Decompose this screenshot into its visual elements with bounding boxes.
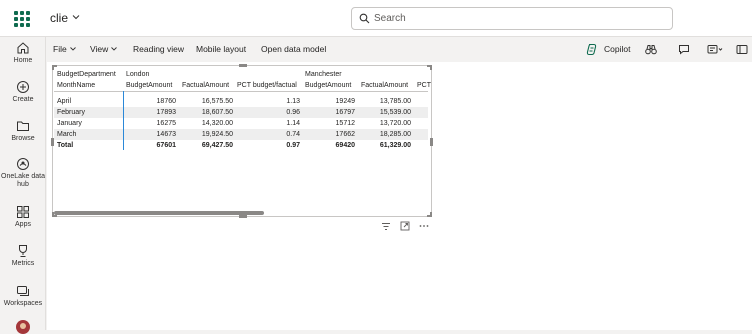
create-icon: [17, 81, 29, 93]
nav-apps[interactable]: Apps: [0, 205, 46, 229]
horizontal-scrollbar[interactable]: [54, 211, 264, 215]
resize-handle[interactable]: [427, 65, 432, 70]
nav-metrics-label: Metrics: [11, 260, 35, 267]
open-data-model-button[interactable]: Open data model: [261, 44, 326, 54]
value-cell: 13,785.00: [379, 98, 411, 105]
chevron-down-icon: [69, 47, 76, 51]
group-header-london[interactable]: London: [126, 70, 149, 80]
report-canvas: BudgetDepartment London Manchester Month…: [47, 62, 752, 330]
row-header-cell: February: [57, 109, 86, 116]
value-cell: 16797: [335, 109, 355, 116]
total-cell: 61,329.00: [379, 142, 411, 149]
row-header-cell: April: [57, 98, 72, 105]
column-header[interactable]: BudgetAmount: [305, 81, 351, 91]
home-icon: [17, 42, 29, 54]
metrics-icon: [19, 245, 27, 257]
more-options-icon[interactable]: [419, 224, 429, 228]
header-divider: [54, 91, 428, 92]
view-menu[interactable]: View: [90, 44, 118, 54]
total-cell: 69,427.50: [201, 142, 233, 149]
nav-home[interactable]: Home: [0, 41, 46, 65]
copilot-button[interactable]: Copilot: [604, 44, 630, 54]
value-cell: 0.74: [286, 131, 300, 138]
total-row-header: Total: [57, 142, 74, 149]
avatar[interactable]: [16, 320, 30, 334]
value-cell: 13,720.00: [379, 120, 411, 127]
focus-mode-icon[interactable]: [400, 221, 410, 231]
nav-onelake-label: OneLake data hub: [1, 173, 45, 188]
total-cell: 69420: [335, 142, 355, 149]
nav-browse[interactable]: Browse: [0, 119, 46, 143]
nav-create-label: Create: [12, 96, 34, 103]
column-header[interactable]: PCT: [417, 81, 431, 91]
copilot-icon[interactable]: [585, 43, 598, 56]
file-menu[interactable]: File: [53, 44, 76, 54]
value-cell: 1.13: [286, 98, 300, 105]
binoculars-icon[interactable]: [645, 44, 657, 55]
value-cell: 19249: [335, 98, 355, 105]
resize-handle[interactable]: [427, 212, 432, 217]
value-cell: 18,285.00: [379, 131, 411, 138]
nav-browse-label: Browse: [11, 135, 35, 142]
apps-icon: [17, 206, 29, 218]
group-header-manchester[interactable]: Manchester: [305, 70, 342, 80]
total-cell: 0.97: [286, 142, 300, 149]
value-cell: 15,539.00: [379, 109, 411, 116]
row-header-divider: [123, 91, 124, 150]
value-cell: 1.14: [286, 120, 300, 127]
reading-view-button[interactable]: Reading view: [133, 44, 184, 54]
row-field-header[interactable]: MonthName: [57, 81, 95, 91]
workspaces-icon: [17, 286, 29, 296]
value-cell: 14,320.00: [201, 120, 233, 127]
browse-icon: [17, 121, 29, 131]
waffle-icon[interactable]: [14, 11, 30, 27]
column-header[interactable]: FactualAmount: [182, 81, 229, 91]
workspace-name[interactable]: clie: [50, 11, 68, 25]
nav-home-label: Home: [13, 57, 33, 64]
search-input[interactable]: [374, 11, 654, 26]
value-cell: 17893: [156, 109, 176, 116]
nav-apps-label: Apps: [15, 221, 31, 228]
column-header[interactable]: FactualAmount: [361, 81, 408, 91]
search-box[interactable]: [351, 7, 673, 30]
value-cell: 16275: [156, 120, 176, 127]
nav-onelake[interactable]: OneLake data hub: [0, 157, 46, 189]
value-cell: 14673: [156, 131, 176, 138]
panel-icon[interactable]: [736, 44, 748, 55]
view-mode-icon[interactable]: [707, 44, 723, 55]
value-cell: 17662: [335, 131, 355, 138]
column-header[interactable]: BudgetAmount: [126, 81, 172, 91]
view-menu-label: View: [90, 44, 109, 54]
chevron-down-icon: [111, 47, 118, 51]
resize-handle[interactable]: [239, 64, 247, 67]
chevron-down-icon[interactable]: [71, 12, 81, 22]
report-menu-bar: File View Reading view Mobile layout Ope…: [47, 37, 752, 62]
row-header-cell: March: [57, 131, 77, 138]
value-cell: 19,924.50: [201, 131, 233, 138]
value-cell: 0.96: [286, 109, 300, 116]
value-cell: 18760: [156, 98, 176, 105]
mobile-layout-button[interactable]: Mobile layout: [196, 44, 246, 54]
matrix-visual[interactable]: BudgetDepartment London Manchester Month…: [51, 64, 433, 218]
column-header[interactable]: PCT budget/factual: [237, 81, 297, 91]
total-cell: 67601: [156, 142, 176, 149]
value-cell: 18,607.50: [201, 109, 233, 116]
onelake-icon: [17, 158, 29, 170]
value-cell: 16,575.50: [201, 98, 233, 105]
column-field-header[interactable]: BudgetDepartment: [57, 70, 116, 80]
value-cell: 15712: [335, 120, 355, 127]
search-icon: [359, 13, 370, 24]
nav-workspaces-label: Workspaces: [3, 300, 43, 307]
file-menu-label: File: [53, 44, 67, 54]
top-bar: clie: [0, 0, 752, 37]
comment-icon[interactable]: [678, 44, 690, 55]
nav-workspaces[interactable]: Workspaces: [0, 284, 46, 308]
nav-create[interactable]: Create: [0, 80, 46, 104]
filter-icon[interactable]: [381, 222, 391, 231]
left-nav: Home Create Browse OneLake data hub Apps…: [0, 37, 46, 334]
resize-handle[interactable]: [239, 215, 247, 218]
row-header-cell: January: [57, 120, 82, 127]
nav-metrics[interactable]: Metrics: [0, 244, 46, 268]
resize-handle[interactable]: [430, 138, 433, 146]
